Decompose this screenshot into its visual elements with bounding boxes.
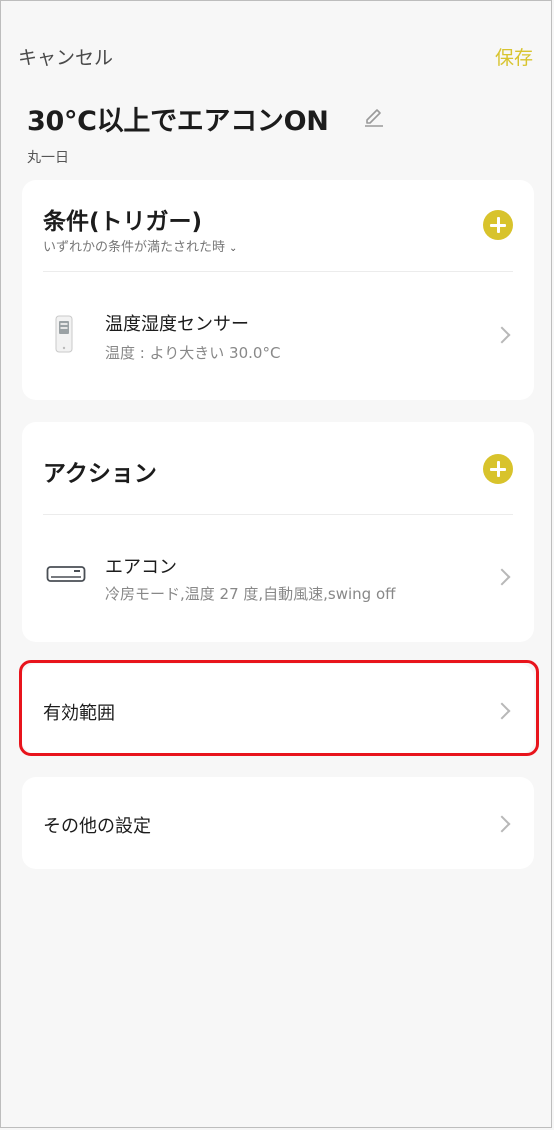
chevron-right-icon (493, 702, 511, 720)
air-conditioner-icon (46, 566, 86, 582)
cancel-button[interactable]: キャンセル (18, 43, 113, 70)
save-button[interactable]: 保存 (495, 43, 533, 70)
scene-schedule: 丸一日 (27, 150, 69, 166)
condition-detail: 温度 : より大きい 30.0°C (105, 344, 281, 362)
thermo-hygrometer-icon (55, 315, 73, 353)
conditions-card: 条件(トリガー) いずれかの条件が満たされた時 ⌄ 温度湿度センサー 温度 : よ… (22, 180, 534, 400)
actions-card: アクション エアコン 冷房モード,温度 27 度,自動風速,swing off (22, 422, 534, 642)
chevron-right-icon (493, 326, 511, 344)
other-settings-label: その他の設定 (43, 816, 151, 837)
edit-pencil-icon[interactable] (363, 105, 385, 127)
effective-range-row[interactable]: 有効範囲 (22, 664, 534, 754)
action-row[interactable]: エアコン 冷房モード,温度 27 度,自動風速,swing off (22, 515, 534, 642)
chevron-right-icon (493, 815, 511, 833)
chevron-right-icon (493, 568, 511, 586)
action-detail: 冷房モード,温度 27 度,自動風速,swing off (105, 585, 396, 603)
top-bar: キャンセル 保存 (1, 1, 554, 101)
app-screen: キャンセル 保存 30°C以上でエアコンON 丸一日 条件(トリガー) いずれか… (0, 0, 552, 1128)
conditions-title: 条件(トリガー) (43, 209, 203, 235)
chevron-down-icon: ⌄ (229, 243, 238, 254)
other-settings-row[interactable]: その他の設定 (22, 777, 534, 869)
match-mode-label: いずれかの条件が満たされた時 (43, 240, 226, 255)
action-device-name: エアコン (105, 557, 177, 578)
add-action-button[interactable] (483, 454, 513, 484)
match-mode-selector[interactable]: いずれかの条件が満たされた時 ⌄ (43, 236, 237, 255)
scene-title: 30°C以上でエアコンON (27, 106, 329, 137)
effective-range-label: 有効範囲 (43, 703, 115, 724)
add-condition-button[interactable] (483, 210, 513, 240)
condition-row[interactable]: 温度湿度センサー 温度 : より大きい 30.0°C (22, 272, 534, 400)
condition-device-name: 温度湿度センサー (105, 314, 249, 335)
actions-title: アクション (43, 461, 157, 487)
